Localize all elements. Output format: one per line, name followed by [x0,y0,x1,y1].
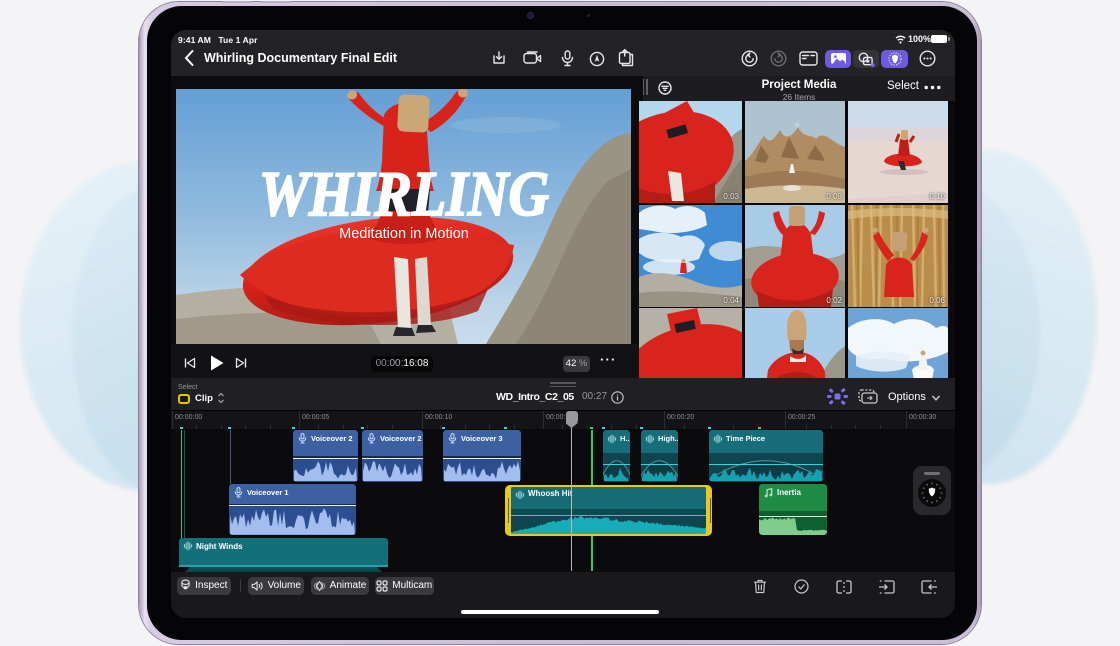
svg-text:Meditation in Motion: Meditation in Motion [339,226,469,242]
svg-text:WHIRLING: WHIRLING [259,159,549,229]
